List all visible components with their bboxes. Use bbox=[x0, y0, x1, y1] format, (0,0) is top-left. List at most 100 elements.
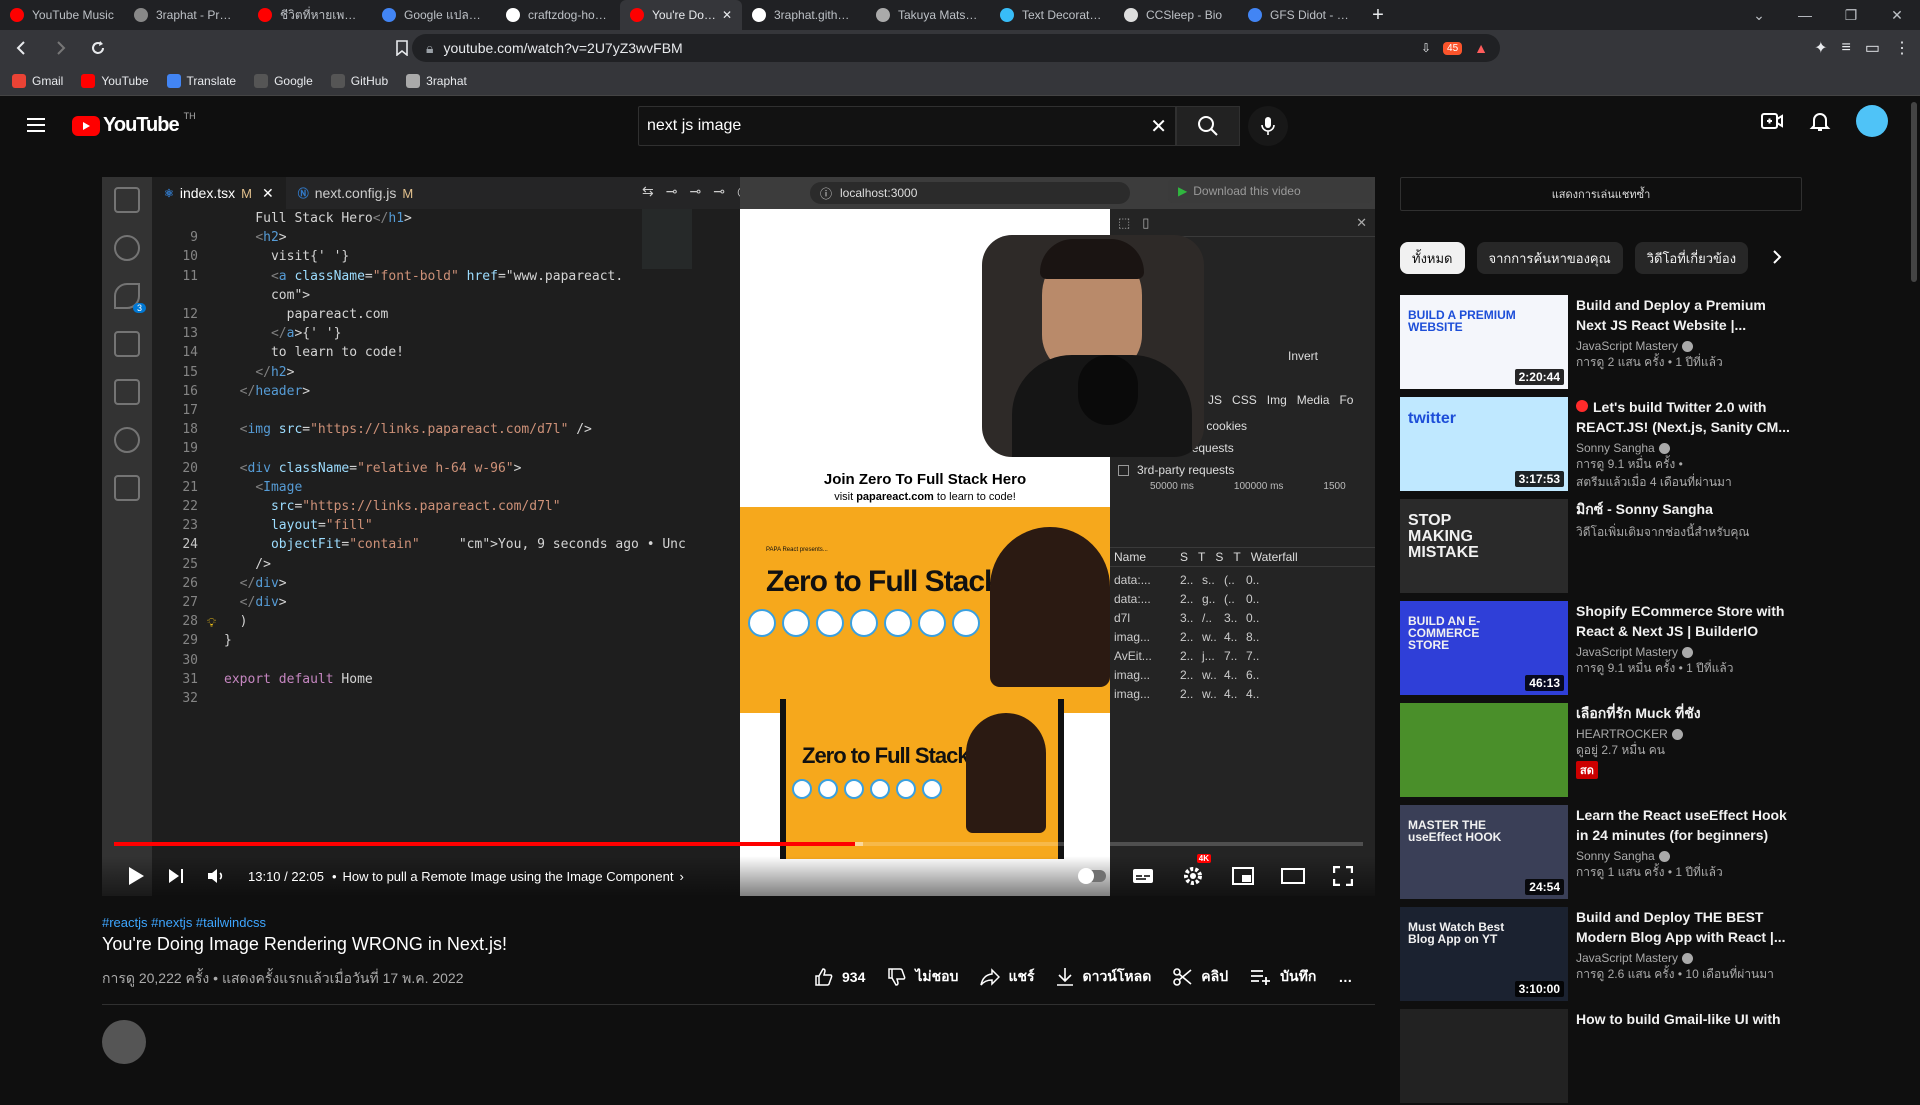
video-thumbnail[interactable]: BUILD A PREMIUM WEBSITE 2:20:44 bbox=[1400, 295, 1568, 389]
recommended-video[interactable]: MASTER THE useEffect HOOK 24:54 Learn the … bbox=[1400, 805, 1802, 901]
close-icon[interactable]: ✕ bbox=[1874, 0, 1920, 30]
code-line: com"> bbox=[224, 287, 311, 303]
install-icon[interactable]: ⇩ bbox=[1421, 41, 1431, 55]
share-button[interactable]: แชร์ bbox=[980, 966, 1034, 988]
chevron-right-icon[interactable] bbox=[1772, 250, 1782, 264]
recommended-video[interactable]: Must Watch Best Blog App on YT 3:10:00 Bui… bbox=[1400, 907, 1802, 1003]
editor-tab[interactable]: Ⓝnext.config.js M bbox=[286, 177, 426, 209]
browser-tab[interactable]: 3raphat - Projects bbox=[124, 0, 248, 30]
chapter-button[interactable]: • How to pull a Remote Image using the Im… bbox=[332, 869, 684, 884]
browser-tab[interactable]: You're Doing I ✕ bbox=[620, 0, 742, 30]
video-thumbnail[interactable]: twitter 3:17:53 bbox=[1400, 397, 1568, 491]
save-button[interactable]: บันทึก bbox=[1250, 966, 1316, 988]
seek-bar[interactable] bbox=[114, 842, 1363, 846]
filter-chip[interactable]: วิดีโอที่เกี่ยวข้อง bbox=[1634, 242, 1749, 274]
download-video-badge[interactable]: ▶ Download this video bbox=[1168, 179, 1372, 203]
recommended-video[interactable]: เลือกที่รัก Muck ที่ชัง HEARTROCKER ดูอยู่… bbox=[1400, 703, 1802, 799]
channel-avatar[interactable] bbox=[102, 1020, 146, 1064]
hamburger-menu-icon[interactable] bbox=[24, 113, 48, 137]
subtitles-button[interactable] bbox=[1123, 856, 1163, 896]
recommended-video[interactable]: How to build Gmail-like UI with⋮ bbox=[1400, 1009, 1802, 1105]
clear-search-icon[interactable]: ✕ bbox=[1150, 114, 1167, 139]
show-chat-replay-button[interactable]: แสดงการเล่นแชทซ้ำ bbox=[1400, 177, 1802, 211]
bookmark-translate[interactable]: Translate bbox=[166, 73, 236, 88]
code-line: <a className="font-bold" href="www.papar… bbox=[270, 268, 624, 284]
video-thumbnail[interactable]: BUILD AN E-COMMERCE STORE 46:13 bbox=[1400, 601, 1568, 695]
bookmark-youtube[interactable]: YouTube bbox=[81, 73, 149, 88]
notifications-bell-icon[interactable] bbox=[1808, 109, 1832, 133]
reload-icon[interactable] bbox=[82, 32, 114, 64]
settings-button[interactable]: 4K bbox=[1173, 854, 1213, 896]
browser-tab[interactable]: CCSleep - Bio bbox=[1114, 0, 1238, 30]
preview-url: localhost:3000 bbox=[840, 186, 918, 200]
browser-tab[interactable]: 3raphat.github.io/Fo bbox=[742, 0, 866, 30]
bookmark-3raphat[interactable]: 3raphat bbox=[406, 73, 467, 88]
tab-close-icon[interactable]: ✕ bbox=[722, 8, 732, 22]
bookmark-google[interactable]: Google bbox=[254, 73, 313, 88]
menu-icon[interactable]: ⋮ bbox=[1894, 38, 1910, 58]
brave-rewards-icon[interactable]: ▲ bbox=[1474, 40, 1488, 56]
recommended-video[interactable]: BUILD A PREMIUM WEBSITE 2:20:44 Build and … bbox=[1400, 295, 1802, 391]
typescript-file-icon: ⚛ bbox=[164, 187, 174, 200]
playlist-icon[interactable]: ≡ bbox=[1842, 39, 1851, 57]
code-line: export default Home bbox=[224, 671, 373, 687]
network-cell: 3.. bbox=[1180, 611, 1194, 625]
editor-tab-close-icon[interactable]: ✕ bbox=[262, 185, 274, 202]
back-icon[interactable] bbox=[6, 32, 38, 64]
editor-tab[interactable]: ⚛ index.tsx M ✕ bbox=[152, 177, 286, 209]
video-thumbnail[interactable]: MASTER THE useEffect HOOK 24:54 bbox=[1400, 805, 1568, 899]
forward-icon[interactable] bbox=[44, 32, 76, 64]
bookmark-github[interactable]: GitHub bbox=[330, 73, 388, 88]
brave-shield-icon[interactable]: 45 bbox=[1443, 41, 1463, 55]
tab-search-icon[interactable]: ⌄ bbox=[1736, 0, 1782, 30]
restore-icon[interactable]: ❐ bbox=[1828, 0, 1874, 30]
fullscreen-button[interactable] bbox=[1323, 856, 1363, 896]
video-hashtags[interactable]: #reactjs #nextjs #tailwindcss bbox=[102, 915, 266, 930]
recommended-video[interactable]: BUILD AN E-COMMERCE STORE 46:13 Shopify EC… bbox=[1400, 601, 1802, 697]
video-thumbnail[interactable]: STOP MAKING MISTAKE bbox=[1400, 499, 1568, 593]
voice-search-button[interactable] bbox=[1248, 106, 1288, 146]
like-button[interactable]: 934 bbox=[814, 967, 865, 987]
bookmark-gmail[interactable]: Gmail bbox=[12, 73, 63, 88]
create-video-icon[interactable] bbox=[1760, 109, 1784, 133]
more-actions-button[interactable]: … bbox=[1338, 969, 1352, 985]
autoplay-toggle[interactable] bbox=[1073, 856, 1113, 896]
page-scrollbar[interactable] bbox=[1908, 96, 1920, 1033]
video-thumbnail[interactable] bbox=[1400, 703, 1568, 797]
youtube-logo[interactable]: YouTube TH bbox=[72, 111, 196, 137]
play-button[interactable] bbox=[116, 856, 156, 896]
scrollbar-thumb[interactable] bbox=[1911, 102, 1917, 282]
filter-chip[interactable]: ทั้งหมด bbox=[1400, 242, 1465, 274]
browser-tab[interactable]: Takuya Matsuyama - bbox=[866, 0, 990, 30]
miniplayer-button[interactable] bbox=[1223, 856, 1263, 896]
mute-button[interactable] bbox=[196, 856, 236, 896]
address-bar[interactable]: 🔒︎ youtube.com/watch?v=2U7yZ3wvFBM ⇩ 45 … bbox=[412, 34, 1500, 62]
new-tab-button[interactable]: + bbox=[1362, 4, 1394, 27]
search-input[interactable]: next js image ✕ bbox=[638, 106, 1176, 146]
account-avatar[interactable] bbox=[1856, 105, 1888, 137]
browser-tab[interactable]: GFS Didot - Google F bbox=[1238, 0, 1362, 30]
network-cell: AvEit... bbox=[1114, 649, 1152, 663]
theater-mode-button[interactable] bbox=[1273, 856, 1313, 896]
recommended-video[interactable]: twitter 3:17:53 Let's build Twitter 2.0 wi… bbox=[1400, 397, 1802, 493]
download-button[interactable]: ดาวน์โหลด bbox=[1056, 966, 1151, 988]
video-thumbnail[interactable] bbox=[1400, 1009, 1568, 1103]
minimize-icon[interactable]: — bbox=[1782, 0, 1828, 30]
dislike-button[interactable]: ไม่ชอบ bbox=[887, 966, 958, 988]
browser-tab[interactable]: ชีวิตที่หายเพราะเลือก (Rec bbox=[248, 0, 372, 30]
browser-tab[interactable]: YouTube Music bbox=[0, 0, 124, 30]
more-icon: … bbox=[1338, 969, 1353, 985]
video-player[interactable]: 3 ⚛index.tsxM✕Ⓝnext.config.jsM ⇆⊸⊸⊸◷◫⋯ F… bbox=[102, 177, 1375, 896]
filter-chip[interactable]: จากการค้นหาของคุณ bbox=[1476, 242, 1623, 274]
browser-tab[interactable]: craftzdog-homepage bbox=[496, 0, 620, 30]
next-button[interactable] bbox=[156, 856, 196, 896]
browser-tab[interactable]: Text Decoration - Tail bbox=[990, 0, 1114, 30]
browser-tab[interactable]: Google แปลภาษา bbox=[372, 0, 496, 30]
wallet-icon[interactable]: ▭ bbox=[1865, 38, 1880, 58]
search-button[interactable] bbox=[1176, 106, 1240, 146]
clip-button[interactable]: คลิป bbox=[1173, 966, 1228, 988]
recommended-video[interactable]: STOP MAKING MISTAKE มิกซ์ - Sonny Sangha ว… bbox=[1400, 499, 1802, 595]
video-thumbnail[interactable]: Must Watch Best Blog App on YT 3:10:00 bbox=[1400, 907, 1568, 1001]
extensions-icon[interactable]: ✦ bbox=[1814, 38, 1827, 58]
compare-icon: ⇆ bbox=[642, 183, 654, 199]
